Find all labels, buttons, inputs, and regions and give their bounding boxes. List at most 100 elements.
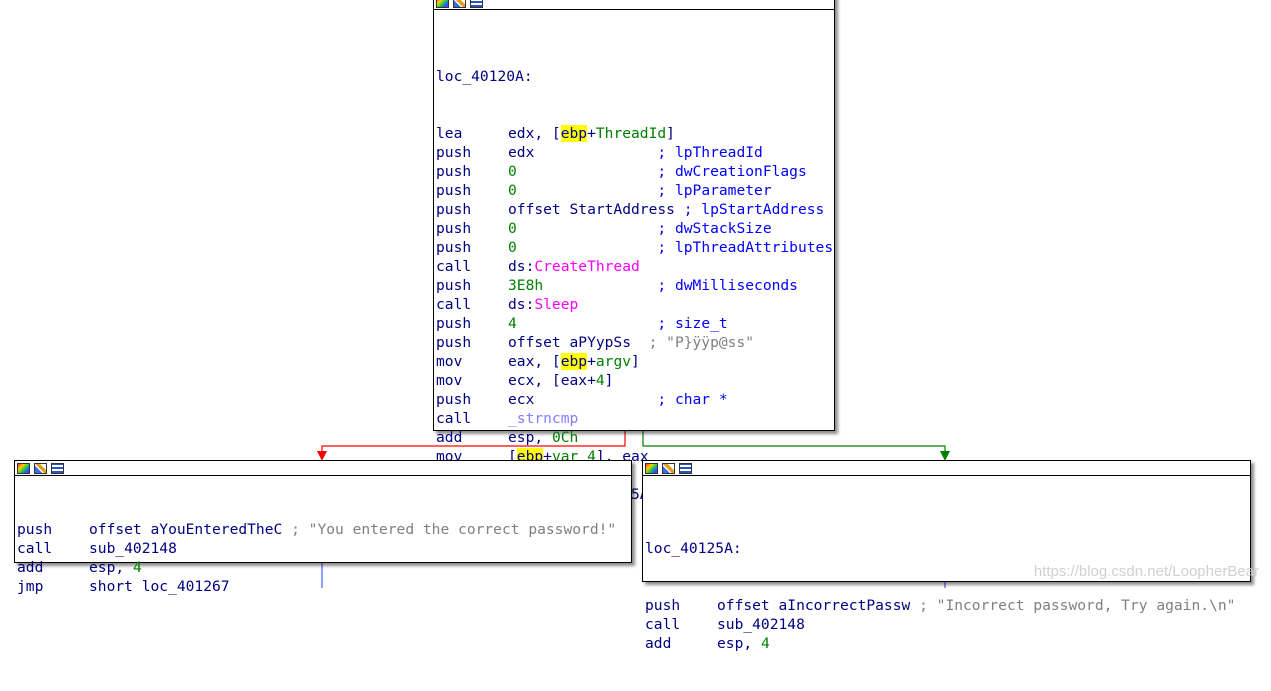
mnemonic[interactable]: jmp <box>17 577 89 596</box>
instruction-line[interactable]: push 3E8h ; dwMilliseconds <box>436 276 834 295</box>
operand[interactable] <box>543 277 657 294</box>
operand[interactable]: ] <box>631 353 640 370</box>
instruction-line[interactable]: call sub_402148 <box>645 615 1250 634</box>
operand[interactable]: offset aIncorrectPassw <box>717 597 919 614</box>
group-nodes-icon[interactable] <box>51 462 64 474</box>
operand[interactable] <box>517 163 658 180</box>
operand[interactable]: ] <box>666 125 675 142</box>
instruction-line[interactable]: push edx ; lpThreadId <box>436 143 834 162</box>
operand[interactable]: ebp <box>560 125 588 142</box>
mnemonic[interactable]: mov <box>436 371 508 390</box>
block-label[interactable]: loc_40120A: <box>436 67 834 86</box>
edit-icon[interactable] <box>662 462 675 474</box>
instruction-line[interactable]: mov eax, [ebp+argv] <box>436 352 834 371</box>
instruction-line[interactable]: call ds:CreateThread <box>436 257 834 276</box>
instruction-line[interactable]: push offset StartAddress ; lpStartAddress <box>436 200 834 219</box>
mnemonic[interactable]: push <box>17 520 89 539</box>
instruction-line[interactable]: push 0 ; lpParameter <box>436 181 834 200</box>
mnemonic[interactable]: push <box>436 276 508 295</box>
code-block-correct-password[interactable]: push offset aYouEnteredTheC ; "You entere… <box>14 460 632 595</box>
operand: 0 <box>508 239 517 256</box>
group-nodes-icon[interactable] <box>470 0 483 8</box>
operand[interactable] <box>517 315 658 332</box>
operand[interactable]: esp, <box>508 429 552 446</box>
code-block-loc-40120a[interactable]: loc_40120A: lea edx, [ebp+ThreadId] push ed… <box>433 0 835 503</box>
mnemonic[interactable]: push <box>436 333 508 352</box>
mnemonic[interactable]: add <box>17 558 89 577</box>
instruction-line[interactable]: mov ecx, [eax+4] <box>436 371 834 390</box>
block-label[interactable]: loc_40125A: <box>645 539 1250 558</box>
instruction-line[interactable]: push offset aPYypSs ; "P}ÿÿp@ss" <box>436 333 834 352</box>
graph-color-icon[interactable] <box>436 0 449 8</box>
operand[interactable]: offset aPYypSs <box>508 334 649 351</box>
instruction-line[interactable]: call _strncmp <box>436 409 834 428</box>
instruction-line[interactable]: call sub_402148 <box>17 539 631 558</box>
mnemonic[interactable]: push <box>436 200 508 219</box>
mnemonic[interactable]: add <box>436 428 508 447</box>
operand[interactable]: Sleep <box>534 296 578 313</box>
instruction-line[interactable]: add esp, 4 <box>645 634 1250 653</box>
graph-color-icon[interactable] <box>645 462 658 474</box>
block-titlebar <box>15 461 631 476</box>
operand[interactable] <box>517 182 658 199</box>
operand[interactable]: CreateThread <box>534 258 639 275</box>
operand[interactable]: ecx <box>508 391 657 408</box>
mnemonic[interactable]: call <box>436 409 508 428</box>
operand[interactable]: + <box>587 125 596 142</box>
mnemonic[interactable]: push <box>436 314 508 333</box>
operand[interactable]: edx <box>508 144 657 161</box>
edit-icon[interactable] <box>453 0 466 8</box>
instruction-line[interactable]: push 0 ; lpThreadAttributes <box>436 238 834 257</box>
block-code: loc_40125A: push offset aIncorrectPassw ;… <box>643 476 1250 691</box>
operand[interactable]: + <box>587 353 596 370</box>
instruction-line[interactable]: jmp short loc_401267 <box>17 577 631 596</box>
operand[interactable]: short loc_401267 <box>89 578 230 595</box>
instruction-line[interactable]: call ds:Sleep <box>436 295 834 314</box>
graph-color-icon[interactable] <box>17 462 30 474</box>
instruction-line[interactable]: lea edx, [ebp+ThreadId] <box>436 124 834 143</box>
operand[interactable]: ds: <box>508 296 534 313</box>
operand[interactable]: _strncmp <box>508 410 578 427</box>
instruction-line[interactable]: add esp, 4 <box>17 558 631 577</box>
operand[interactable]: argv <box>596 353 631 370</box>
operand[interactable]: ds: <box>508 258 534 275</box>
edit-icon[interactable] <box>34 462 47 474</box>
mnemonic[interactable]: call <box>645 615 717 634</box>
instruction-line[interactable]: push ecx ; char * <box>436 390 834 409</box>
operand[interactable]: offset StartAddress <box>508 201 684 218</box>
block-titlebar <box>434 0 834 10</box>
instruction-line[interactable]: add esp, 0Ch <box>436 428 834 447</box>
operand[interactable]: ThreadId <box>596 125 666 142</box>
operand[interactable] <box>517 239 658 256</box>
operand[interactable]: esp, <box>89 559 133 576</box>
mnemonic[interactable]: push <box>436 219 508 238</box>
instruction-line[interactable]: push 0 ; dwStackSize <box>436 219 834 238</box>
mnemonic[interactable]: push <box>645 596 717 615</box>
mnemonic[interactable]: call <box>17 539 89 558</box>
mnemonic[interactable]: mov <box>436 352 508 371</box>
instruction-line[interactable]: push 4 ; size_t <box>436 314 834 333</box>
operand[interactable]: esp, <box>717 635 761 652</box>
mnemonic[interactable]: call <box>436 295 508 314</box>
instruction-line[interactable]: push 0 ; dwCreationFlags <box>436 162 834 181</box>
instruction-line[interactable]: push offset aYouEnteredTheC ; "You entere… <box>17 520 631 539</box>
mnemonic[interactable]: add <box>645 634 717 653</box>
operand[interactable]: edx, [ <box>508 125 561 142</box>
mnemonic[interactable]: push <box>436 238 508 257</box>
operand[interactable]: ebp <box>560 353 588 370</box>
group-nodes-icon[interactable] <box>679 462 692 474</box>
operand[interactable]: ecx, [eax+ <box>508 372 596 389</box>
operand[interactable]: ] <box>605 372 614 389</box>
operand[interactable]: sub_402148 <box>89 540 177 557</box>
operand[interactable]: sub_402148 <box>717 616 805 633</box>
mnemonic[interactable]: push <box>436 181 508 200</box>
mnemonic[interactable]: push <box>436 143 508 162</box>
operand[interactable]: offset aYouEnteredTheC <box>89 521 291 538</box>
mnemonic[interactable]: push <box>436 162 508 181</box>
operand[interactable] <box>517 220 658 237</box>
mnemonic[interactable]: lea <box>436 124 508 143</box>
operand[interactable]: eax, [ <box>508 353 561 370</box>
mnemonic[interactable]: call <box>436 257 508 276</box>
mnemonic[interactable]: push <box>436 390 508 409</box>
instruction-line[interactable]: push offset aIncorrectPassw ; "Incorrect … <box>645 596 1250 615</box>
